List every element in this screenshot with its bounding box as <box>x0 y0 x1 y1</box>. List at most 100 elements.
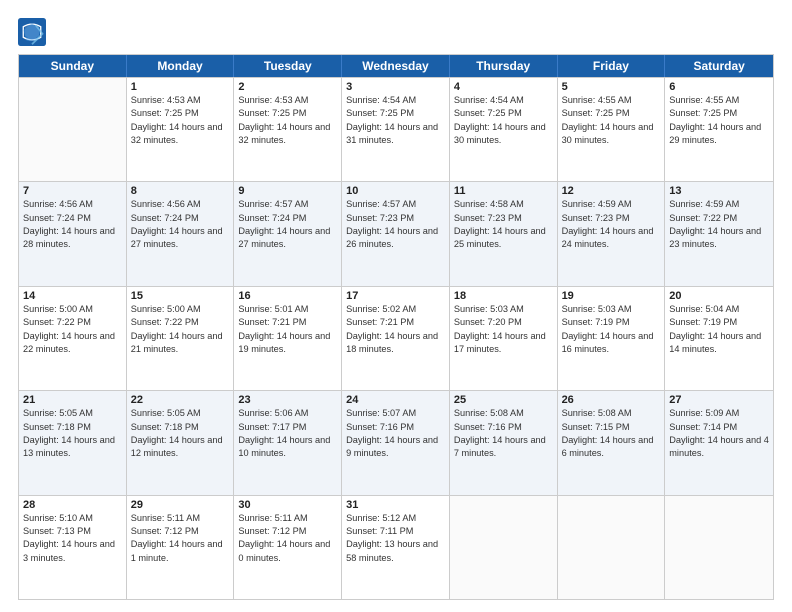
day-cell-17: 17Sunrise: 5:02 AMSunset: 7:21 PMDayligh… <box>342 287 450 390</box>
sunset-text: Sunset: 7:18 PM <box>131 421 230 434</box>
daylight-text: Daylight: 14 hours and 29 minutes. <box>669 121 769 148</box>
sunset-text: Sunset: 7:25 PM <box>238 107 337 120</box>
day-number: 29 <box>131 499 230 511</box>
daylight-text: Daylight: 14 hours and 26 minutes. <box>346 225 445 252</box>
sunset-text: Sunset: 7:25 PM <box>562 107 661 120</box>
day-cell-24: 24Sunrise: 5:07 AMSunset: 7:16 PMDayligh… <box>342 391 450 494</box>
day-number: 13 <box>669 185 769 197</box>
daylight-text: Daylight: 14 hours and 6 minutes. <box>562 434 661 461</box>
day-number: 10 <box>346 185 445 197</box>
daylight-text: Daylight: 14 hours and 14 minutes. <box>669 330 769 357</box>
day-cell-7: 7Sunrise: 4:56 AMSunset: 7:24 PMDaylight… <box>19 182 127 285</box>
sunset-text: Sunset: 7:23 PM <box>562 212 661 225</box>
daylight-text: Daylight: 14 hours and 4 minutes. <box>669 434 769 461</box>
sunrise-text: Sunrise: 5:01 AM <box>238 303 337 316</box>
empty-cell-r4c6 <box>665 496 773 599</box>
day-number: 14 <box>23 290 122 302</box>
day-number: 23 <box>238 394 337 406</box>
daylight-text: Daylight: 14 hours and 21 minutes. <box>131 330 230 357</box>
sunset-text: Sunset: 7:22 PM <box>23 316 122 329</box>
sunset-text: Sunset: 7:25 PM <box>346 107 445 120</box>
day-cell-16: 16Sunrise: 5:01 AMSunset: 7:21 PMDayligh… <box>234 287 342 390</box>
sunset-text: Sunset: 7:22 PM <box>131 316 230 329</box>
calendar-row-4: 21Sunrise: 5:05 AMSunset: 7:18 PMDayligh… <box>19 390 773 494</box>
calendar-header: SundayMondayTuesdayWednesdayThursdayFrid… <box>19 55 773 77</box>
day-cell-25: 25Sunrise: 5:08 AMSunset: 7:16 PMDayligh… <box>450 391 558 494</box>
day-number: 27 <box>669 394 769 406</box>
sunset-text: Sunset: 7:17 PM <box>238 421 337 434</box>
sunrise-text: Sunrise: 5:03 AM <box>562 303 661 316</box>
logo <box>18 18 50 46</box>
sunrise-text: Sunrise: 5:00 AM <box>131 303 230 316</box>
day-cell-14: 14Sunrise: 5:00 AMSunset: 7:22 PMDayligh… <box>19 287 127 390</box>
daylight-text: Daylight: 14 hours and 27 minutes. <box>131 225 230 252</box>
day-cell-4: 4Sunrise: 4:54 AMSunset: 7:25 PMDaylight… <box>450 78 558 181</box>
day-number: 15 <box>131 290 230 302</box>
calendar-body: 1Sunrise: 4:53 AMSunset: 7:25 PMDaylight… <box>19 77 773 599</box>
daylight-text: Daylight: 14 hours and 3 minutes. <box>23 538 122 565</box>
sunset-text: Sunset: 7:25 PM <box>669 107 769 120</box>
daylight-text: Daylight: 14 hours and 28 minutes. <box>23 225 122 252</box>
day-cell-22: 22Sunrise: 5:05 AMSunset: 7:18 PMDayligh… <box>127 391 235 494</box>
sunrise-text: Sunrise: 5:05 AM <box>131 407 230 420</box>
sunrise-text: Sunrise: 5:11 AM <box>131 512 230 525</box>
sunrise-text: Sunrise: 5:11 AM <box>238 512 337 525</box>
day-number: 7 <box>23 185 122 197</box>
day-number: 21 <box>23 394 122 406</box>
calendar: SundayMondayTuesdayWednesdayThursdayFrid… <box>18 54 774 600</box>
day-number: 30 <box>238 499 337 511</box>
page-header <box>18 18 774 46</box>
sunset-text: Sunset: 7:21 PM <box>238 316 337 329</box>
daylight-text: Daylight: 14 hours and 24 minutes. <box>562 225 661 252</box>
daylight-text: Daylight: 14 hours and 7 minutes. <box>454 434 553 461</box>
daylight-text: Daylight: 14 hours and 23 minutes. <box>669 225 769 252</box>
daylight-text: Daylight: 14 hours and 31 minutes. <box>346 121 445 148</box>
calendar-row-3: 14Sunrise: 5:00 AMSunset: 7:22 PMDayligh… <box>19 286 773 390</box>
sunrise-text: Sunrise: 5:03 AM <box>454 303 553 316</box>
day-cell-8: 8Sunrise: 4:56 AMSunset: 7:24 PMDaylight… <box>127 182 235 285</box>
day-number: 24 <box>346 394 445 406</box>
sunrise-text: Sunrise: 4:54 AM <box>454 94 553 107</box>
day-number: 5 <box>562 81 661 93</box>
day-number: 11 <box>454 185 553 197</box>
sunrise-text: Sunrise: 4:58 AM <box>454 198 553 211</box>
day-number: 1 <box>131 81 230 93</box>
daylight-text: Daylight: 14 hours and 19 minutes. <box>238 330 337 357</box>
day-number: 16 <box>238 290 337 302</box>
sunset-text: Sunset: 7:16 PM <box>346 421 445 434</box>
daylight-text: Daylight: 13 hours and 58 minutes. <box>346 538 445 565</box>
day-cell-9: 9Sunrise: 4:57 AMSunset: 7:24 PMDaylight… <box>234 182 342 285</box>
daylight-text: Daylight: 14 hours and 1 minute. <box>131 538 230 565</box>
day-number: 25 <box>454 394 553 406</box>
sunset-text: Sunset: 7:19 PM <box>669 316 769 329</box>
daylight-text: Daylight: 14 hours and 17 minutes. <box>454 330 553 357</box>
empty-cell-r4c4 <box>450 496 558 599</box>
sunset-text: Sunset: 7:12 PM <box>238 525 337 538</box>
day-cell-29: 29Sunrise: 5:11 AMSunset: 7:12 PMDayligh… <box>127 496 235 599</box>
day-number: 19 <box>562 290 661 302</box>
sunrise-text: Sunrise: 4:53 AM <box>238 94 337 107</box>
sunset-text: Sunset: 7:14 PM <box>669 421 769 434</box>
day-number: 4 <box>454 81 553 93</box>
header-day-friday: Friday <box>558 55 666 77</box>
sunset-text: Sunset: 7:24 PM <box>23 212 122 225</box>
header-day-tuesday: Tuesday <box>234 55 342 77</box>
sunrise-text: Sunrise: 4:57 AM <box>238 198 337 211</box>
day-cell-18: 18Sunrise: 5:03 AMSunset: 7:20 PMDayligh… <box>450 287 558 390</box>
header-day-sunday: Sunday <box>19 55 127 77</box>
day-cell-12: 12Sunrise: 4:59 AMSunset: 7:23 PMDayligh… <box>558 182 666 285</box>
daylight-text: Daylight: 14 hours and 25 minutes. <box>454 225 553 252</box>
sunset-text: Sunset: 7:18 PM <box>23 421 122 434</box>
day-number: 8 <box>131 185 230 197</box>
sunrise-text: Sunrise: 4:54 AM <box>346 94 445 107</box>
sunrise-text: Sunrise: 4:56 AM <box>131 198 230 211</box>
day-cell-31: 31Sunrise: 5:12 AMSunset: 7:11 PMDayligh… <box>342 496 450 599</box>
header-day-monday: Monday <box>127 55 235 77</box>
day-number: 3 <box>346 81 445 93</box>
calendar-row-5: 28Sunrise: 5:10 AMSunset: 7:13 PMDayligh… <box>19 495 773 599</box>
sunrise-text: Sunrise: 4:53 AM <box>131 94 230 107</box>
day-cell-19: 19Sunrise: 5:03 AMSunset: 7:19 PMDayligh… <box>558 287 666 390</box>
day-cell-15: 15Sunrise: 5:00 AMSunset: 7:22 PMDayligh… <box>127 287 235 390</box>
day-cell-27: 27Sunrise: 5:09 AMSunset: 7:14 PMDayligh… <box>665 391 773 494</box>
header-day-thursday: Thursday <box>450 55 558 77</box>
